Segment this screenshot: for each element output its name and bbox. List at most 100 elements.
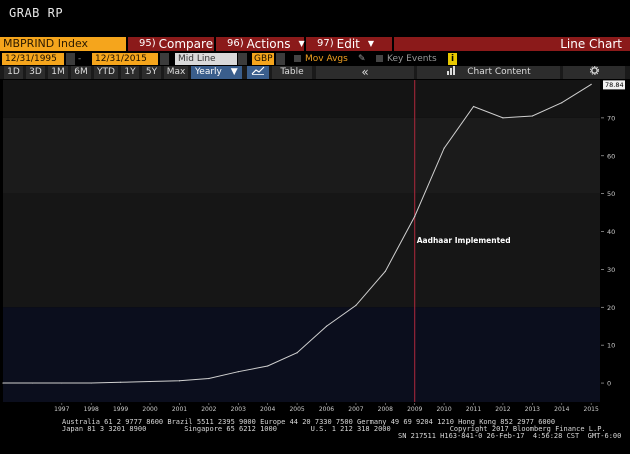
data-point [61, 382, 63, 384]
y-tick-label: 20 [607, 304, 615, 312]
currency-field[interactable]: GBP [252, 53, 274, 65]
y-tick-label: 60 [607, 152, 615, 160]
x-tick-label: 1998 [84, 406, 99, 413]
frequency-select[interactable]: Yearly ▼ [191, 66, 242, 79]
chevron-down-icon[interactable] [238, 53, 247, 65]
collapse-button[interactable]: « [316, 66, 414, 79]
y-tick-label: 40 [607, 228, 615, 236]
data-point [296, 352, 298, 354]
data-point [414, 215, 416, 217]
compare-label: Compare [158, 37, 214, 51]
line-mode-select[interactable]: Mid Line [175, 53, 237, 65]
x-tick-label: 2000 [142, 406, 157, 413]
chart-content-button[interactable]: Chart Content [417, 66, 560, 79]
y-tick-label: 0 [607, 380, 611, 388]
y-tick-label: 70 [607, 114, 615, 122]
x-tick-label: 2011 [466, 406, 481, 413]
y-tick-label: 30 [607, 266, 615, 274]
period-1y[interactable]: 1Y [121, 66, 139, 79]
x-tick-label: 1997 [54, 406, 69, 413]
plot-band [3, 80, 600, 118]
x-tick-label: 2007 [348, 406, 363, 413]
plot-band [3, 117, 600, 194]
data-point [90, 382, 92, 384]
mov-avgs-label: Mov Avgs [305, 54, 348, 64]
period-3d[interactable]: 3D [26, 66, 45, 79]
x-tick-label: 2003 [231, 406, 246, 413]
end-date-field[interactable]: 12/31/2015 [92, 53, 158, 65]
period-6m[interactable]: 6M [71, 66, 91, 79]
frequency-label: Yearly [195, 67, 222, 77]
data-point [443, 147, 445, 149]
x-tick-label: 2010 [436, 406, 451, 413]
x-tick-label: 2015 [584, 406, 599, 413]
actions-button[interactable]: 96) Actions ▼ [216, 37, 305, 51]
data-point [590, 83, 592, 85]
key-events-checkbox[interactable] [376, 55, 383, 62]
period-5y[interactable]: 5Y [142, 66, 161, 79]
chevron-down-icon: ▼ [298, 39, 305, 48]
chevron-down-icon[interactable] [276, 53, 285, 65]
x-tick-label: 2012 [495, 406, 510, 413]
screen-title: GRAB RP [9, 6, 64, 20]
x-tick-label: 2008 [378, 406, 393, 413]
calendar-icon[interactable] [160, 53, 169, 65]
chevron-down-icon: ▼ [367, 39, 375, 48]
date-separator: - [78, 54, 82, 64]
data-point [267, 365, 269, 367]
period-1m[interactable]: 1M [48, 66, 68, 79]
data-point [325, 325, 328, 327]
x-tick-label: 2014 [554, 406, 569, 413]
edit-number: 97) [317, 38, 334, 49]
ticker-field[interactable]: MBPRIND Index [0, 37, 126, 51]
footer-line-3: SN 217511 H163-841-0 26-Feb-17 4:56:28 C… [398, 432, 622, 440]
last-value-label: 78.84 [605, 81, 624, 89]
actions-label: Actions [246, 37, 291, 51]
x-tick-label: 2013 [525, 406, 540, 413]
x-tick-label: 2006 [319, 406, 334, 413]
period-max[interactable]: Max [164, 66, 188, 79]
info-icon[interactable]: i [448, 53, 457, 65]
line-chart-icon[interactable] [247, 66, 269, 79]
data-point [472, 105, 475, 108]
x-tick-label: 2002 [201, 406, 216, 413]
data-point [384, 270, 386, 272]
data-point [531, 115, 533, 117]
x-tick-label: 2001 [172, 406, 187, 413]
pencil-icon[interactable]: ✎ [358, 53, 368, 65]
edit-button[interactable]: 97) Edit ▼ [306, 37, 392, 51]
plot-band [3, 307, 600, 402]
period-ytd[interactable]: YTD [94, 66, 118, 79]
data-point [355, 304, 357, 306]
data-point [178, 380, 181, 382]
mov-avgs-checkbox[interactable] [294, 55, 301, 62]
chevron-down-icon: ▼ [230, 67, 238, 77]
data-point [120, 381, 122, 383]
chart-content-icon [446, 66, 459, 77]
key-events-label: Key Events [387, 54, 437, 64]
plot-band [3, 193, 600, 308]
x-tick-label: 2009 [407, 406, 422, 413]
data-point [149, 380, 151, 383]
chart-type-label[interactable]: Line Chart [394, 37, 630, 51]
period-1d[interactable]: 1D [4, 66, 23, 79]
period-bar: 1D 3D 1M 6M YTD 1Y 5Y Max Yearly ▼ Table… [0, 66, 630, 79]
edit-label: Edit [336, 37, 360, 51]
data-point [2, 382, 4, 384]
start-date-field[interactable]: 12/31/1995 [2, 53, 64, 65]
data-point [502, 117, 504, 119]
data-point [31, 382, 34, 384]
compare-button[interactable]: 95) Compare [128, 37, 214, 51]
chart-content-label: Chart Content [467, 67, 531, 77]
x-tick-label: 2005 [289, 406, 304, 413]
actions-number: 96) [227, 38, 244, 49]
table-button[interactable]: Table [272, 66, 312, 79]
date-controls: 12/31/1995 - 12/31/2015 Mid Line GBP Mov… [0, 53, 630, 65]
gear-icon[interactable] [563, 65, 625, 79]
x-tick-label: 1999 [113, 406, 128, 413]
calendar-icon[interactable] [66, 53, 75, 65]
data-point [237, 371, 239, 373]
data-point [208, 377, 210, 380]
compare-number: 95) [139, 38, 156, 49]
y-tick-label: 50 [607, 190, 615, 198]
